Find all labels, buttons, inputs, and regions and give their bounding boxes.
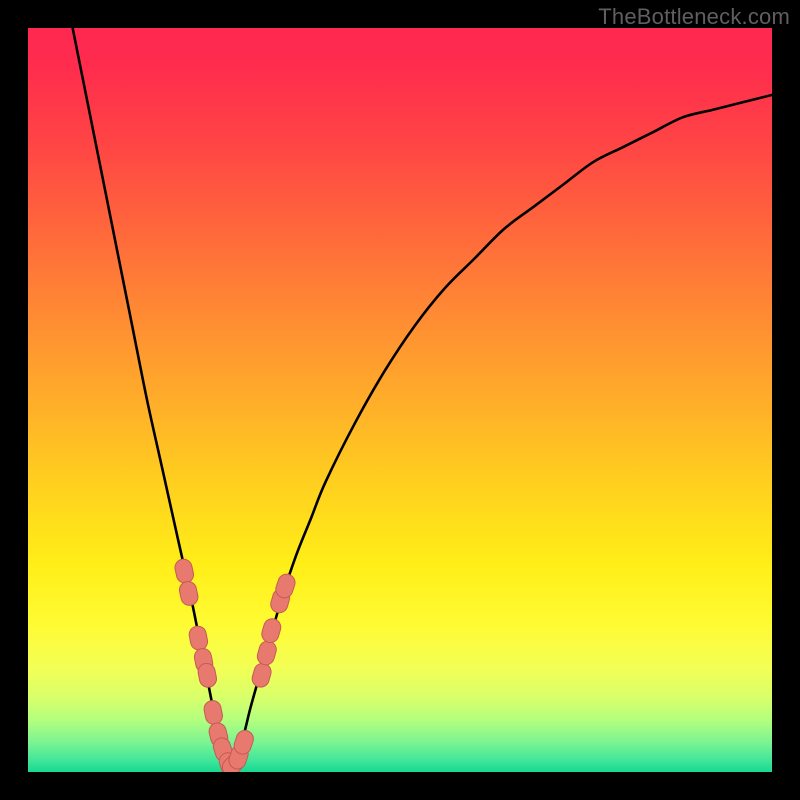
marker [260, 617, 283, 645]
bottleneck-curve [73, 28, 772, 765]
marker [255, 639, 278, 667]
watermark-text: TheBottleneck.com [598, 4, 790, 30]
marker [188, 625, 209, 652]
marker [250, 661, 273, 689]
marker [203, 699, 224, 726]
plot-area [28, 28, 772, 772]
marker-cluster [173, 558, 297, 772]
chart-stage: TheBottleneck.com [0, 0, 800, 800]
marker [178, 580, 200, 607]
marker [173, 558, 195, 585]
chart-svg [28, 28, 772, 772]
